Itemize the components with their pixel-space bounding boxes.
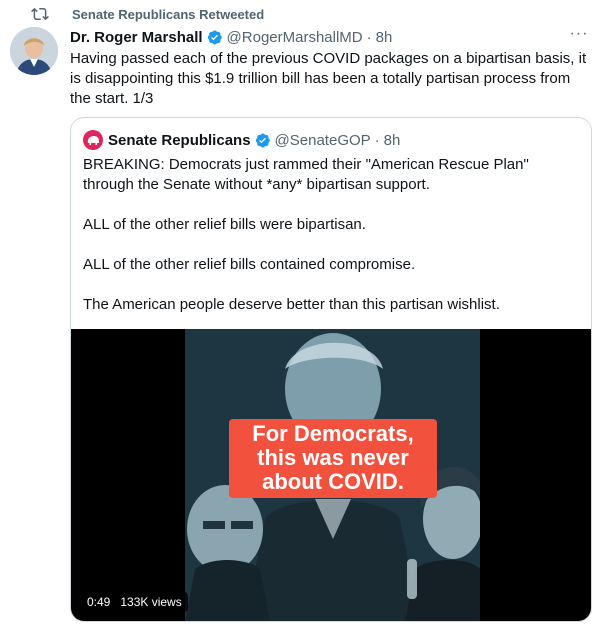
- retweet-icon: [31, 7, 49, 21]
- author-handle[interactable]: @RogerMarshallMD: [227, 29, 363, 46]
- more-icon[interactable]: ···: [566, 26, 592, 44]
- quoted-text-line: through the Senate without *any* biparti…: [83, 176, 430, 193]
- quoted-text-line: ALL of the other relief bills contained …: [83, 256, 416, 273]
- quoted-text-line: The American people deserve better than …: [83, 296, 500, 313]
- verified-badge-icon: [207, 29, 222, 45]
- video-duration: 0:49: [87, 595, 111, 609]
- video-stats-badge: 0:49 133K views: [81, 592, 188, 612]
- tweet-text-line: Having passed each of the previous COVID…: [70, 50, 587, 67]
- quoted-author-name[interactable]: Senate Republicans: [108, 132, 251, 149]
- tweet-text-line: is disappointing this $1.9 trillion bill…: [70, 70, 571, 87]
- tweet-header: Dr. Roger Marshall @RogerMarshallMD · 8h: [70, 27, 392, 47]
- tweet-text-line: the start. 1/3: [70, 90, 154, 107]
- quoted-text-line: ALL of the other relief bills were bipar…: [83, 216, 366, 233]
- separator-dot: ·: [366, 28, 372, 46]
- video-caption: For Democrats, this was never about COVI…: [229, 419, 437, 498]
- quoted-author-handle[interactable]: @SenateGOP: [275, 132, 371, 149]
- caption-line: about COVID.: [262, 469, 404, 494]
- quoted-paragraph: The American people deserve better than …: [83, 295, 583, 315]
- video-frame: For Democrats, this was never about COVI…: [185, 329, 480, 621]
- author-name[interactable]: Dr. Roger Marshall: [70, 29, 203, 46]
- avatar-image: [10, 27, 58, 75]
- separator-dot: ·: [374, 131, 380, 149]
- video-views: 133K views: [120, 595, 182, 609]
- tweet-time[interactable]: 8h: [376, 29, 393, 46]
- quoted-tweet-text: BREAKING: Democrats just rammed their "A…: [83, 155, 583, 335]
- caption-line: this was never: [257, 445, 409, 470]
- quoted-tweet[interactable]: Senate Republicans @SenateGOP · 8h BREAK…: [70, 117, 592, 622]
- quoted-paragraph: ALL of the other relief bills contained …: [83, 255, 583, 275]
- quoted-text-line: BREAKING: Democrats just rammed their "A…: [83, 156, 529, 173]
- verified-badge-icon: [255, 132, 270, 148]
- video-player[interactable]: For Democrats, this was never about COVI…: [71, 329, 591, 621]
- quoted-tweet-header: Senate Republicans @SenateGOP · 8h: [83, 130, 400, 150]
- quoted-paragraph: ALL of the other relief bills were bipar…: [83, 215, 583, 235]
- quoted-paragraph: BREAKING: Democrats just rammed their "A…: [83, 155, 583, 195]
- tweet-text: Having passed each of the previous COVID…: [70, 49, 592, 109]
- quoted-tweet-time[interactable]: 8h: [384, 132, 401, 149]
- caption-line: For Democrats,: [252, 421, 414, 446]
- retweet-label: Senate Republicans Retweeted: [72, 6, 265, 22]
- gop-elephant-icon: [83, 130, 103, 150]
- retweet-context[interactable]: Senate Republicans Retweeted: [31, 5, 265, 23]
- author-avatar[interactable]: [10, 27, 58, 75]
